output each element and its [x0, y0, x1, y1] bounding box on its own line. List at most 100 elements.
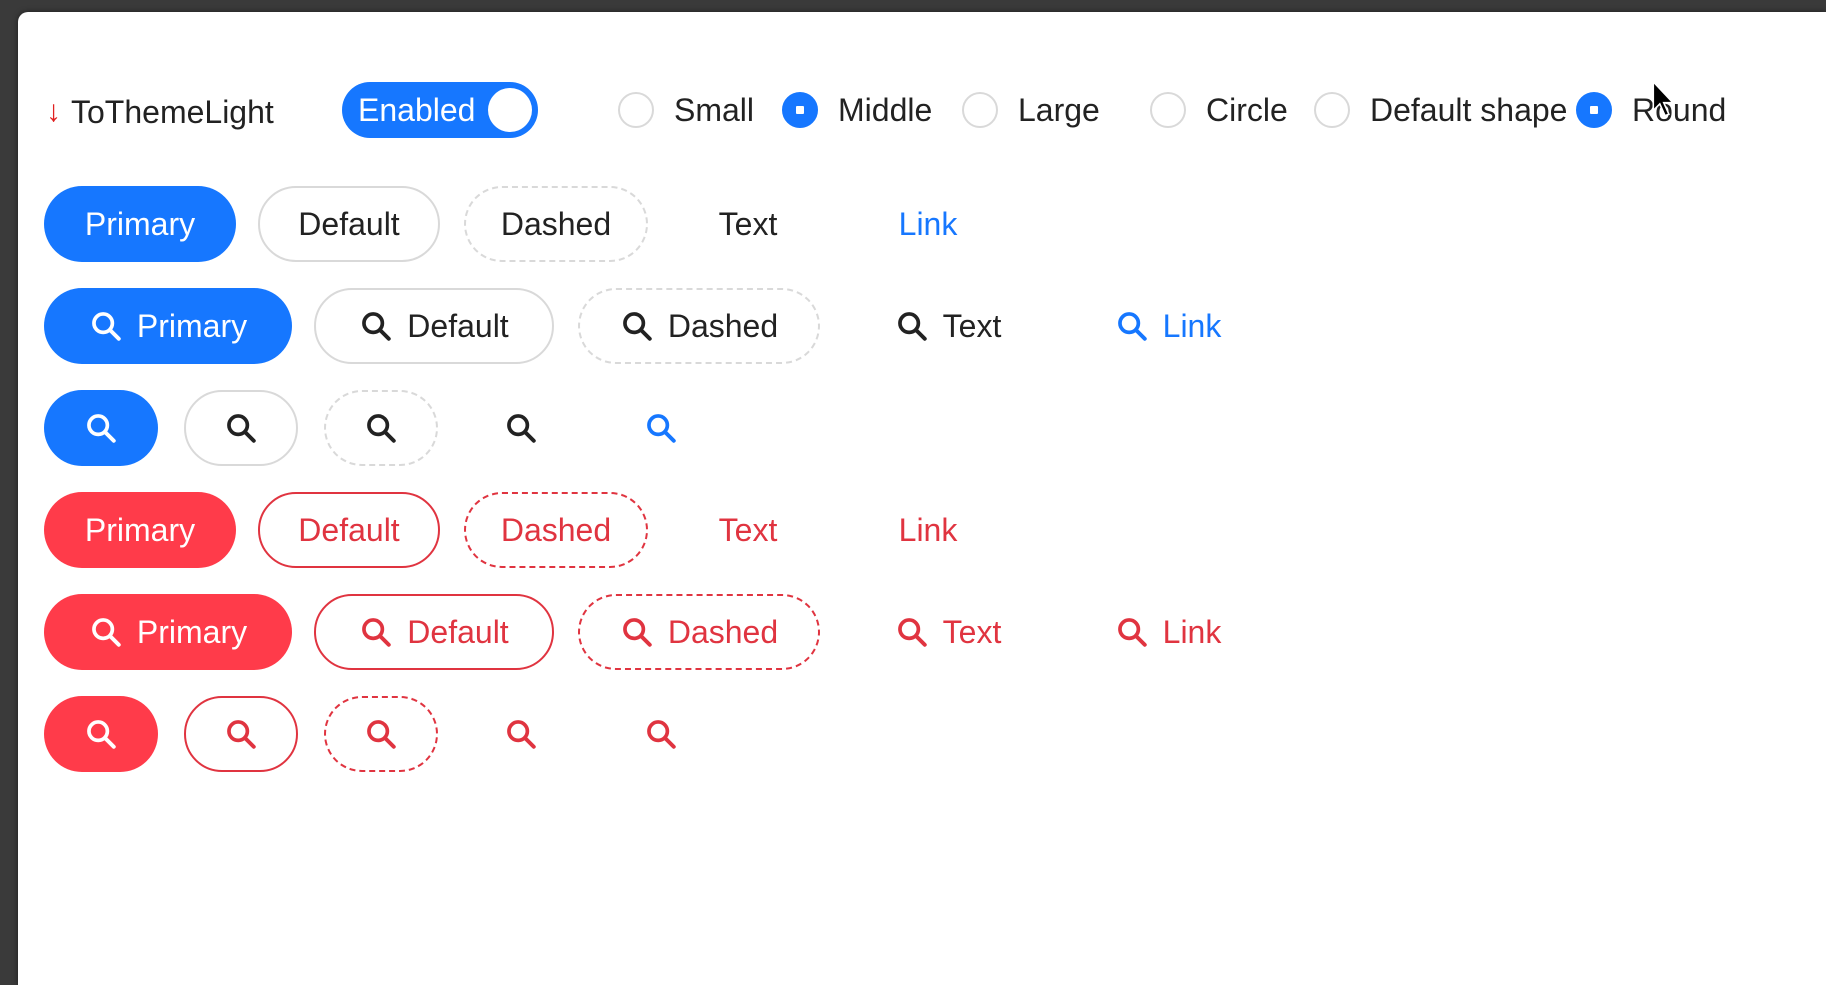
- text-button[interactable]: Text: [678, 186, 818, 262]
- search-icon: [227, 414, 256, 443]
- radio-shape-default[interactable]: Default shape: [1314, 82, 1567, 138]
- danger-default-search-icon-button[interactable]: [184, 696, 298, 772]
- radio-circle: [1314, 92, 1350, 128]
- danger-default-button[interactable]: Default: [258, 492, 440, 568]
- switch-knob: [488, 88, 532, 132]
- link-button[interactable]: Link: [858, 186, 998, 262]
- radio-size-small[interactable]: Small: [618, 82, 754, 138]
- search-icon: [87, 414, 116, 443]
- radio-shape-circle[interactable]: Circle: [1150, 82, 1288, 138]
- search-icon: [647, 720, 676, 749]
- primary-button[interactable]: Primary: [44, 186, 236, 262]
- danger-link-icon-button[interactable]: Link: [1098, 594, 1238, 670]
- radio-circle: [618, 92, 654, 128]
- button-row-icon-only: [18, 390, 1826, 466]
- search-icon: [1117, 618, 1147, 647]
- search-icon: [227, 720, 256, 749]
- radio-label: Default shape: [1370, 91, 1568, 128]
- radio-label: Large: [1018, 91, 1100, 128]
- button-label: Link: [898, 511, 958, 548]
- danger-text-icon-button[interactable]: Text: [868, 594, 1028, 670]
- button-row-text: Primary Default Dashed Text Link: [18, 186, 1826, 262]
- radio-label: Round: [1632, 91, 1727, 128]
- primary-search-icon-button[interactable]: [44, 390, 158, 466]
- default-icon-button[interactable]: Default: [314, 288, 554, 364]
- search-icon: [507, 414, 536, 443]
- button-label: Text: [942, 613, 1002, 650]
- search-icon: [1117, 312, 1147, 341]
- button-label: Dashed: [500, 205, 612, 242]
- radio-circle: [962, 92, 998, 128]
- dashed-search-icon-button[interactable]: [324, 390, 438, 466]
- theme-toggle-label: ToThemeLight: [71, 93, 274, 130]
- search-icon: [647, 414, 676, 443]
- danger-dashed-icon-button[interactable]: Dashed: [578, 594, 820, 670]
- danger-dashed-search-icon-button[interactable]: [324, 696, 438, 772]
- link-icon-button[interactable]: Link: [1098, 288, 1238, 364]
- button-row-icon-text: Primary Default Dashed Text Link: [18, 288, 1826, 364]
- radio-circle: [782, 92, 818, 128]
- search-icon: [897, 618, 927, 647]
- app-window: ↓ ToThemeLight Enabled Small Middle Larg…: [18, 12, 1826, 985]
- danger-button-row-icon-text: Primary Default Dashed Text Link: [18, 594, 1826, 670]
- danger-dashed-button[interactable]: Dashed: [464, 492, 648, 568]
- radio-circle: [1150, 92, 1186, 128]
- button-label: Default: [407, 307, 509, 344]
- button-label: Text: [718, 511, 778, 548]
- button-label: Primary: [136, 307, 248, 344]
- arrow-down-icon: ↓: [46, 95, 61, 128]
- search-icon: [362, 618, 392, 647]
- search-icon: [367, 414, 396, 443]
- default-search-icon-button[interactable]: [184, 390, 298, 466]
- danger-button-row-text: Primary Default Dashed Text Link: [18, 492, 1826, 568]
- dashed-icon-button[interactable]: Dashed: [578, 288, 820, 364]
- radio-label: Circle: [1206, 91, 1288, 128]
- button-label: Text: [718, 205, 778, 242]
- danger-primary-search-icon-button[interactable]: [44, 696, 158, 772]
- search-icon: [367, 720, 396, 749]
- danger-text-button[interactable]: Text: [678, 492, 818, 568]
- danger-primary-button[interactable]: Primary: [44, 492, 236, 568]
- radio-size-large[interactable]: Large: [962, 82, 1100, 138]
- dashed-button[interactable]: Dashed: [464, 186, 648, 262]
- search-icon: [897, 312, 927, 341]
- radio-label: Small: [674, 91, 755, 128]
- default-button[interactable]: Default: [258, 186, 440, 262]
- enabled-switch[interactable]: Enabled: [342, 82, 538, 138]
- button-label: Primary: [84, 205, 196, 242]
- primary-icon-button[interactable]: Primary: [44, 288, 292, 364]
- search-icon: [87, 720, 116, 749]
- toolbar: ↓ ToThemeLight Enabled Small Middle Larg…: [18, 72, 1826, 152]
- danger-button-row-icon-only: [18, 696, 1826, 772]
- search-icon: [362, 312, 392, 341]
- danger-text-search-icon-button[interactable]: [464, 696, 578, 772]
- button-label: Dashed: [667, 307, 779, 344]
- button-label: Link: [1162, 307, 1222, 344]
- button-label: Default: [298, 205, 400, 242]
- radio-label: Middle: [838, 91, 933, 128]
- button-label: Dashed: [500, 511, 612, 548]
- radio-circle: [1576, 92, 1612, 128]
- danger-link-search-icon-button[interactable]: [604, 696, 718, 772]
- theme-toggle-button[interactable]: ↓ ToThemeLight: [46, 92, 274, 132]
- mouse-cursor-icon: [1652, 80, 1675, 117]
- link-search-icon-button[interactable]: [604, 390, 718, 466]
- danger-primary-icon-button[interactable]: Primary: [44, 594, 292, 670]
- text-icon-button[interactable]: Text: [868, 288, 1028, 364]
- button-label: Link: [1162, 613, 1222, 650]
- button-label: Primary: [136, 613, 248, 650]
- radio-size-middle[interactable]: Middle: [782, 82, 932, 138]
- button-label: Primary: [84, 511, 196, 548]
- search-icon: [92, 618, 121, 647]
- button-label: Link: [898, 205, 958, 242]
- button-label: Dashed: [667, 613, 779, 650]
- text-search-icon-button[interactable]: [464, 390, 578, 466]
- search-icon: [622, 312, 652, 341]
- search-icon: [507, 720, 536, 749]
- danger-default-icon-button[interactable]: Default: [314, 594, 554, 670]
- button-label: Default: [298, 511, 400, 548]
- switch-label: Enabled: [358, 91, 476, 128]
- search-icon: [622, 618, 652, 647]
- search-icon: [92, 312, 121, 341]
- danger-link-button[interactable]: Link: [858, 492, 998, 568]
